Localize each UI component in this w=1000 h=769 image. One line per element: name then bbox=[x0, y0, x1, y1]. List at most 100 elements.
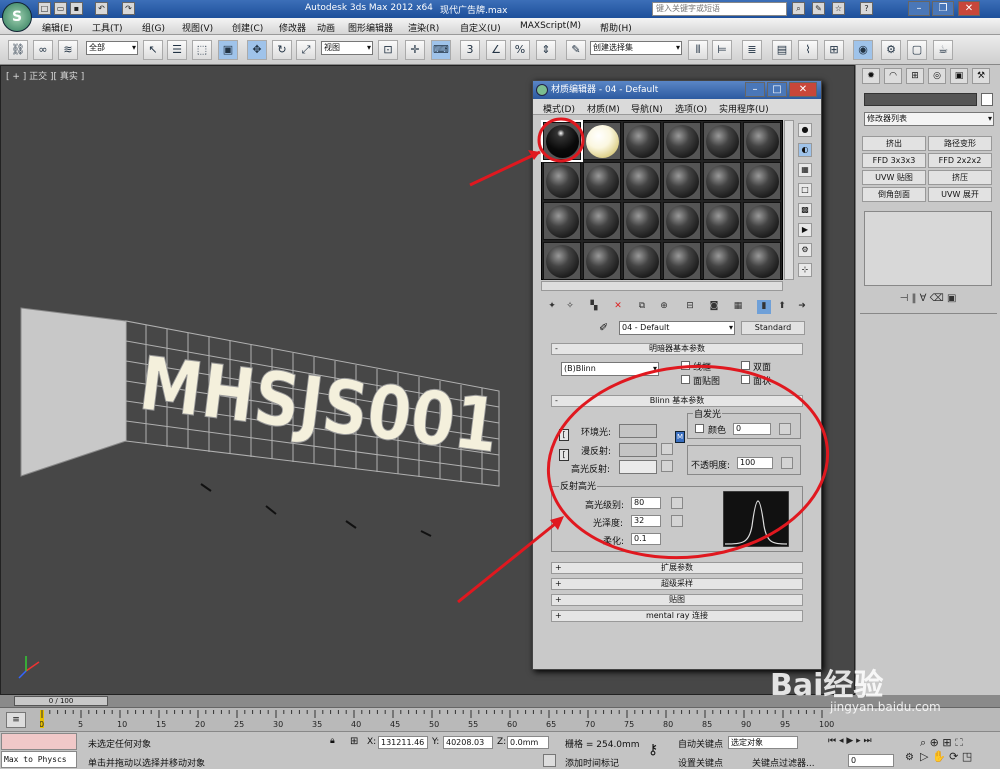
object-name-field[interactable] bbox=[864, 93, 977, 106]
display-tab-icon[interactable]: ▣ bbox=[950, 68, 968, 84]
ref-coord-dropdown[interactable]: 视图 bbox=[321, 41, 373, 55]
material-type-button[interactable]: Standard bbox=[741, 321, 805, 335]
me-menu-mode[interactable]: 模式(D) bbox=[543, 102, 575, 115]
opacity-map-button[interactable] bbox=[781, 457, 793, 469]
self-illum-color-checkbox[interactable] bbox=[695, 424, 704, 433]
selected-object-dropdown[interactable]: 选定对象 bbox=[728, 736, 798, 749]
search-input[interactable]: 键入关键字或短语 bbox=[652, 2, 787, 16]
render-setup-icon[interactable]: ⚙ bbox=[881, 40, 901, 60]
material-editor-icon[interactable]: ◉ bbox=[853, 40, 873, 60]
sample-slot[interactable] bbox=[663, 202, 701, 240]
restore-button[interactable]: ❐ bbox=[932, 1, 954, 16]
me-close-button[interactable]: ✕ bbox=[789, 82, 817, 97]
sample-slot[interactable] bbox=[543, 202, 581, 240]
sample-slot[interactable] bbox=[623, 162, 661, 200]
new-icon[interactable]: □ bbox=[38, 2, 51, 15]
create-tab-icon[interactable]: ✹ bbox=[862, 68, 880, 84]
help-icon[interactable]: ? bbox=[860, 2, 873, 15]
menu-create[interactable]: 创建(C) bbox=[232, 21, 263, 34]
link-icon[interactable]: ⛓ bbox=[8, 40, 28, 60]
glossiness-map-button[interactable] bbox=[671, 515, 683, 527]
snap-toggle-icon[interactable]: 3 bbox=[460, 40, 480, 60]
stack-tools-icon[interactable]: ⊣ ‖ ∀ ⌫ ▣ bbox=[864, 293, 992, 307]
put-to-scene-icon[interactable]: ✧ bbox=[563, 300, 577, 314]
select-manipulate-icon[interactable]: ✛ bbox=[405, 40, 425, 60]
star-icon[interactable]: ☆ bbox=[832, 2, 845, 15]
diffuse-color-swatch[interactable] bbox=[619, 443, 657, 457]
uv-tiling-icon[interactable]: □ bbox=[798, 183, 812, 197]
me-menu-utilities[interactable]: 实用程序(U) bbox=[719, 102, 769, 115]
sample-slot[interactable] bbox=[743, 122, 781, 160]
sample-slot[interactable] bbox=[703, 202, 741, 240]
self-illum-value-input[interactable]: 0 bbox=[733, 423, 771, 435]
specular-map-button[interactable] bbox=[661, 460, 673, 472]
sample-slot[interactable] bbox=[703, 242, 741, 280]
wire-checkbox[interactable] bbox=[681, 361, 690, 370]
mental-ray-rollout[interactable]: + mental ray 连接 bbox=[551, 610, 803, 622]
lock-ambient-icon[interactable]: [ bbox=[559, 429, 569, 441]
sample-slot[interactable] bbox=[583, 162, 621, 200]
self-illum-map-button[interactable] bbox=[779, 423, 791, 435]
unlink-icon[interactable]: ∞ bbox=[33, 40, 53, 60]
show-end-result-icon[interactable]: ▮ bbox=[757, 300, 771, 314]
menu-rendering[interactable]: 渲染(R) bbox=[408, 21, 439, 34]
get-material-icon[interactable]: ✦ bbox=[545, 300, 559, 314]
me-menu-options[interactable]: 选项(O) bbox=[675, 102, 707, 115]
named-selection-dropdown[interactable]: 创建选择集 bbox=[590, 41, 682, 55]
object-color-swatch[interactable] bbox=[981, 93, 993, 106]
modifier-list-dropdown[interactable]: 修改器列表 bbox=[864, 112, 994, 126]
extended-params-rollout[interactable]: + 扩展参数 bbox=[551, 562, 803, 574]
shader-rollout-header[interactable]: - 明暗器基本参数 bbox=[551, 343, 803, 355]
two-sided-checkbox[interactable] bbox=[741, 361, 750, 370]
schematic-view-icon[interactable]: ⊞ bbox=[824, 40, 844, 60]
slots-vertical-scrollbar[interactable] bbox=[784, 120, 794, 280]
edit-named-sel-icon[interactable]: ✎ bbox=[566, 40, 586, 60]
minimize-button[interactable]: – bbox=[908, 1, 930, 16]
save-icon[interactable]: ▪ bbox=[70, 2, 83, 15]
sample-type-icon[interactable]: ● bbox=[798, 123, 812, 137]
background-icon[interactable]: ▦ bbox=[798, 163, 812, 177]
maxscript-listener-top[interactable] bbox=[1, 733, 77, 750]
sample-slot[interactable] bbox=[541, 120, 583, 162]
material-name-field[interactable]: 04 - Default bbox=[619, 321, 735, 335]
pivot-center-icon[interactable]: ⊡ bbox=[378, 40, 398, 60]
face-map-checkbox[interactable] bbox=[681, 375, 690, 384]
select-by-name-icon[interactable]: ☰ bbox=[167, 40, 187, 60]
rotate-icon[interactable]: ↻ bbox=[272, 40, 292, 60]
search-icon[interactable]: ⌕ bbox=[792, 2, 805, 15]
sample-slot[interactable] bbox=[583, 122, 621, 160]
menu-help[interactable]: 帮助(H) bbox=[600, 21, 632, 34]
put-to-library-icon[interactable]: ⊟ bbox=[683, 300, 697, 314]
ffd222-button[interactable]: FFD 2x2x2 bbox=[928, 153, 992, 168]
key-filters-button[interactable]: 关键点过滤器... bbox=[752, 756, 815, 769]
auto-key-button[interactable]: 自动关键点 bbox=[678, 737, 723, 750]
current-frame-input[interactable]: 0 bbox=[848, 754, 894, 767]
blinn-rollout-header[interactable]: - Blinn 基本参数 bbox=[551, 395, 803, 407]
supersampling-rollout[interactable]: + 超级采样 bbox=[551, 578, 803, 590]
lock-specular-icon[interactable]: [ bbox=[559, 449, 569, 461]
spinner-snap-icon[interactable]: ⇕ bbox=[536, 40, 556, 60]
uvw-map-button[interactable]: UVW 贴图 bbox=[862, 170, 926, 185]
soften-input[interactable]: 0.1 bbox=[631, 533, 661, 545]
sample-slot[interactable] bbox=[663, 162, 701, 200]
layer-manager-icon[interactable]: ≣ bbox=[742, 40, 762, 60]
select-move-icon[interactable]: ✥ bbox=[247, 40, 267, 60]
glossiness-input[interactable]: 32 bbox=[631, 515, 661, 527]
ffd333-button[interactable]: FFD 3x3x3 bbox=[862, 153, 926, 168]
absolute-mode-icon[interactable]: ⊞ bbox=[350, 736, 358, 747]
go-forward-sibling-icon[interactable]: ➜ bbox=[795, 300, 809, 314]
sample-slot[interactable] bbox=[703, 162, 741, 200]
me-menu-navigation[interactable]: 导航(N) bbox=[631, 102, 663, 115]
undo-icon[interactable]: ↶ bbox=[95, 2, 108, 15]
material-id-icon[interactable]: ◙ bbox=[707, 300, 721, 314]
sample-slot[interactable] bbox=[543, 242, 581, 280]
sample-slot[interactable] bbox=[743, 242, 781, 280]
ambient-color-swatch[interactable] bbox=[619, 424, 657, 438]
close-button[interactable]: ✕ bbox=[958, 1, 980, 16]
wrench-icon[interactable]: ✎ bbox=[812, 2, 825, 15]
rendered-frame-icon[interactable]: ▢ bbox=[907, 40, 927, 60]
select-by-material-icon[interactable]: ⊹ bbox=[798, 263, 812, 277]
selection-lock-icon[interactable]: 🔒︎ bbox=[330, 736, 335, 746]
x-coordinate[interactable]: 131211.46 bbox=[378, 736, 428, 749]
modify-tab-icon[interactable]: ◠ bbox=[884, 68, 902, 84]
